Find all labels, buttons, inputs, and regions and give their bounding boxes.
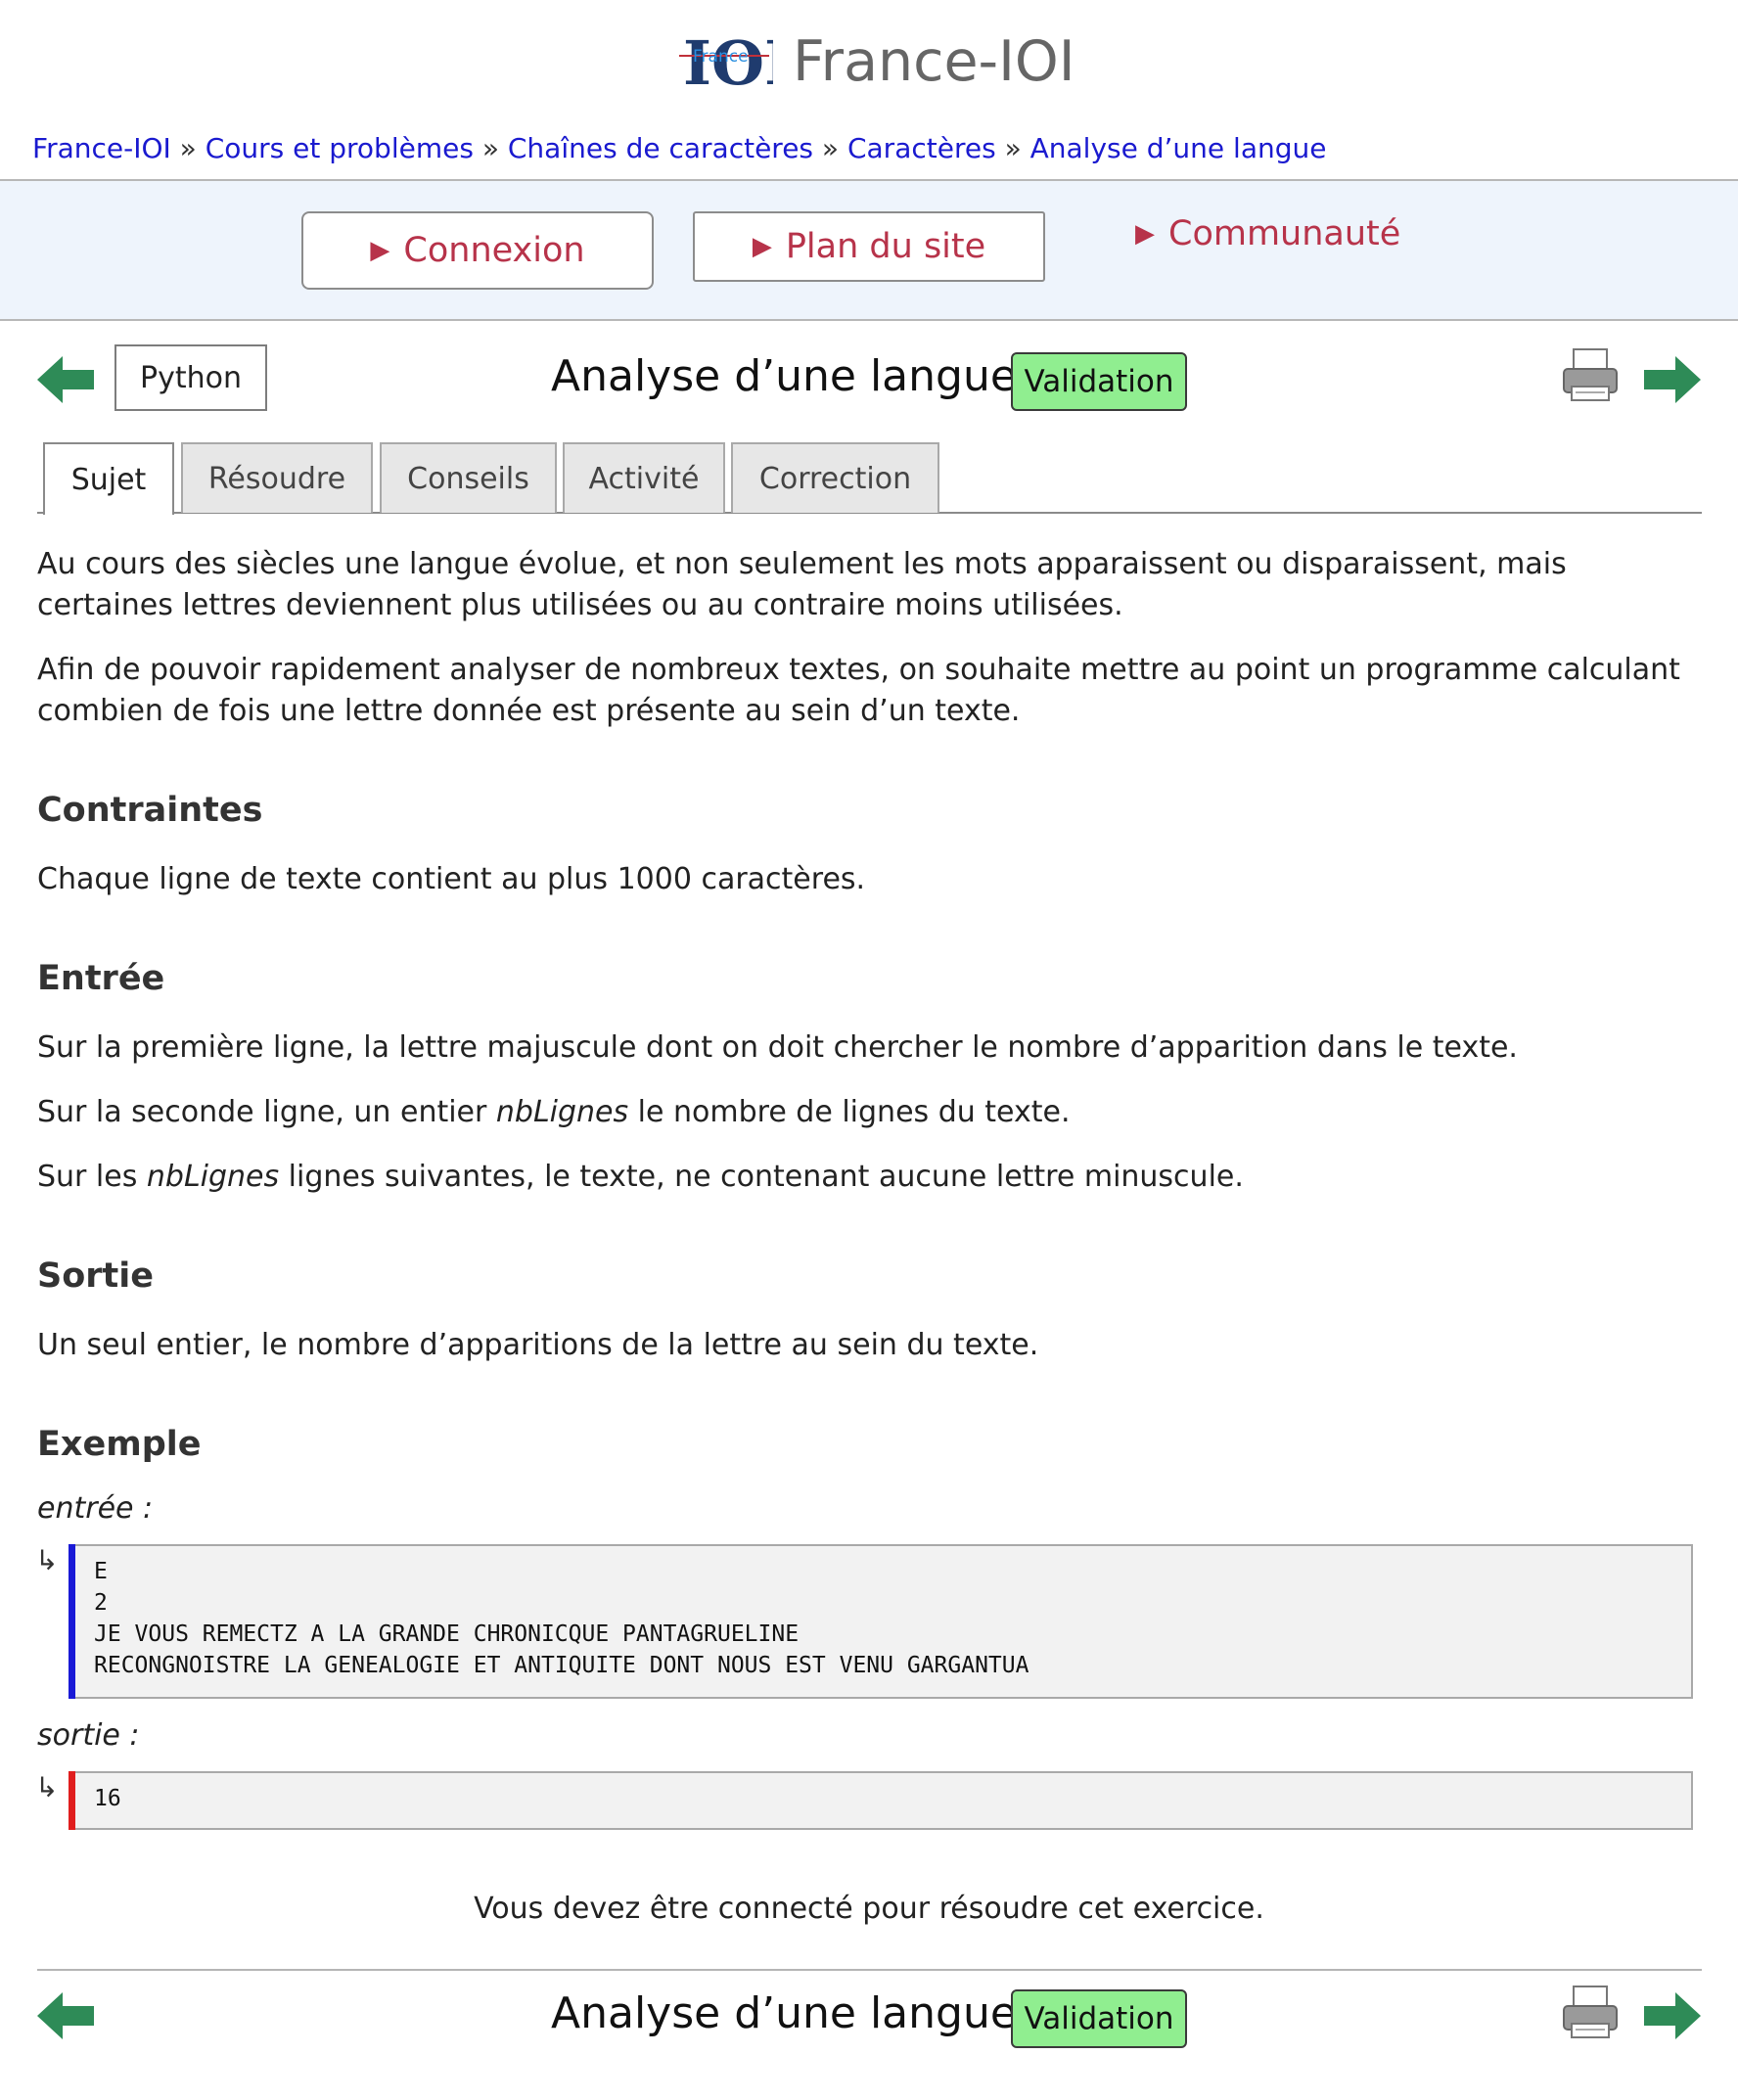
- entree-line-3: Sur les nbLignes lignes suivantes, le te…: [37, 1157, 1701, 1198]
- connexion-button[interactable]: ▶ Connexion: [301, 211, 654, 290]
- variable-nblignes: nbLignes: [495, 1095, 629, 1129]
- arrow-right-icon[interactable]: [1644, 354, 1701, 405]
- tab-sujet[interactable]: Sujet: [43, 442, 174, 515]
- example-output-block: 16: [69, 1771, 1693, 1830]
- breadcrumb-analyse-langue[interactable]: Analyse d’une langue: [1030, 132, 1327, 164]
- validation-badge-bottom[interactable]: Validation: [1011, 1989, 1187, 2048]
- output-line: 16: [94, 1786, 121, 1811]
- svg-text:France: France: [693, 47, 749, 67]
- validation-badge[interactable]: Validation: [1011, 352, 1187, 411]
- france-ioi-logo[interactable]: IOI France: [679, 27, 793, 99]
- input-line: JE VOUS REMECTZ A LA GRANDE CHRONICQUE P…: [94, 1621, 800, 1647]
- intro-paragraph-1: Au cours des siècles une langue évolue, …: [37, 547, 1567, 622]
- login-required-message: Vous devez être connecté pour résoudre c…: [474, 1892, 1264, 1926]
- bottom-divider: [37, 1969, 1702, 1971]
- variable-nblignes: nbLignes: [146, 1160, 280, 1194]
- intro-paragraph-2: Afin de pouvoir rapidement analyser de n…: [37, 653, 1680, 728]
- heading-entree: Entrée: [37, 959, 165, 998]
- breadcrumb: France-IOI » Cours et problèmes » Chaîne…: [32, 129, 1326, 168]
- input-line: RECONGNOISTRE LA GENEALOGIE ET ANTIQUITE…: [94, 1653, 1029, 1678]
- breadcrumb-france-ioi[interactable]: France-IOI: [32, 132, 171, 164]
- plan-du-site-button[interactable]: ▶ Plan du site: [693, 211, 1045, 282]
- breadcrumb-chaines[interactable]: Chaînes de caractères: [508, 132, 813, 164]
- triangle-right-icon: ▶: [370, 236, 390, 265]
- heading-contraintes: Contraintes: [37, 791, 263, 830]
- example-input-label: entrée :: [37, 1491, 154, 1526]
- entree-line-1: Sur la première ligne, la lettre majuscu…: [37, 1030, 1518, 1065]
- arrow-right-icon[interactable]: [1644, 1990, 1701, 2041]
- output-accent-bar: [69, 1771, 75, 1830]
- entree-line-2: Sur la seconde ligne, un entier nbLignes…: [37, 1092, 1701, 1133]
- breadcrumb-separator: »: [1004, 132, 1022, 164]
- printer-icon[interactable]: [1562, 347, 1619, 404]
- input-line: 2: [94, 1590, 108, 1616]
- enter-arrow-icon: ↳: [35, 1544, 59, 1576]
- input-line: E: [94, 1559, 108, 1584]
- tab-correction[interactable]: Correction: [731, 442, 939, 513]
- breadcrumb-separator: »: [821, 132, 840, 164]
- heading-sortie: Sortie: [37, 1256, 154, 1296]
- contraintes-text: Chaque ligne de texte contient au plus 1…: [37, 862, 866, 896]
- communaute-label: Communauté: [1168, 214, 1401, 253]
- entree-line-3-end: lignes suivantes, le texte, ne contenant…: [279, 1160, 1244, 1194]
- tab-resoudre[interactable]: Résoudre: [181, 442, 373, 513]
- breadcrumb-separator: »: [481, 132, 499, 164]
- entree-line-3-start: Sur les: [37, 1160, 147, 1194]
- enter-arrow-icon: ↳: [35, 1771, 59, 1803]
- plan-du-site-label: Plan du site: [785, 227, 986, 266]
- tab-conseils[interactable]: Conseils: [380, 442, 557, 513]
- site-title: France-IOI: [793, 29, 1075, 94]
- arrow-left-icon[interactable]: [37, 354, 94, 405]
- entree-line-2-end: le nombre de lignes du texte.: [628, 1095, 1071, 1129]
- entree-line-2-start: Sur la seconde ligne, un entier: [37, 1095, 496, 1129]
- triangle-right-icon: ▶: [1135, 219, 1155, 249]
- language-selector[interactable]: Python: [114, 344, 267, 411]
- heading-exemple: Exemple: [37, 1425, 202, 1464]
- breadcrumb-separator: »: [179, 132, 197, 164]
- page-title-bottom: Analyse d’une langue: [551, 1988, 1017, 2038]
- example-output-label: sortie :: [37, 1718, 140, 1753]
- breadcrumb-cours-problemes[interactable]: Cours et problèmes: [206, 132, 474, 164]
- triangle-right-icon: ▶: [752, 232, 772, 261]
- communaute-link[interactable]: ▶ Communauté: [1135, 209, 1400, 258]
- arrow-left-icon[interactable]: [37, 1990, 94, 2041]
- tab-activite[interactable]: Activité: [563, 442, 725, 513]
- example-input-block: E 2 JE VOUS REMECTZ A LA GRANDE CHRONICQUE…: [69, 1544, 1693, 1699]
- input-accent-bar: [69, 1544, 75, 1699]
- sortie-text: Un seul entier, le nombre d’apparitions …: [37, 1328, 1039, 1362]
- connexion-label: Connexion: [403, 231, 585, 270]
- breadcrumb-caracteres[interactable]: Caractères: [847, 132, 996, 164]
- page-title: Analyse d’une langue: [551, 351, 1017, 401]
- printer-icon[interactable]: [1562, 1985, 1619, 2041]
